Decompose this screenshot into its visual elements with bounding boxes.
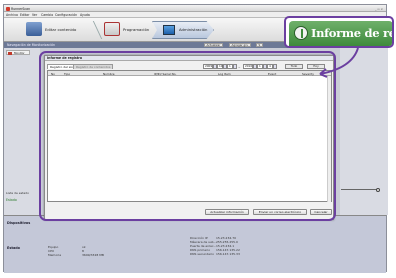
step-label: Programación [123, 27, 150, 32]
app-logo-icon [6, 6, 10, 11]
state-ok-label: Estado [6, 198, 17, 202]
menu-ayuda[interactable]: Ayuda [80, 13, 90, 17]
range-separator: ~ [238, 64, 241, 69]
send-email-button[interactable]: Enviar un correo electrónico [253, 209, 307, 215]
cancel-button[interactable]: Cancelar [310, 209, 332, 215]
monitor-icon [163, 25, 175, 35]
monitor-item[interactable]: Monitor [6, 50, 30, 55]
column-event[interactable]: Event [268, 72, 276, 76]
column-log-item[interactable]: Log Item [218, 72, 231, 76]
bottom-panel: Dispositivos Estado Equipo ok CPU 8 Memo… [4, 215, 386, 273]
devices-title: Dispositivos [7, 221, 31, 225]
dialog-title: Informe de registro [45, 56, 333, 61]
tab-content-log[interactable]: Registro de contenidos [73, 64, 114, 69]
tab-administracion[interactable]: Administración [152, 21, 214, 39]
log-report-dialog: Informe de registro Registro del sistema… [44, 55, 334, 220]
table-scrollbar[interactable] [327, 76, 331, 202]
edit-content-icon [26, 22, 42, 36]
menu-archivo[interactable]: Archivo [6, 13, 18, 17]
step-label: Editar contenido [45, 27, 77, 32]
from-year-spinner[interactable] [213, 64, 217, 69]
table-header: No Tipo Nombre IP/ID/ Serial No. Log Ite… [48, 71, 331, 76]
from-year-field[interactable]: 2009 [203, 64, 213, 69]
column-nombre[interactable]: Nombre [103, 72, 115, 76]
state-value: 3699/3328 MB [82, 253, 104, 257]
state-title: Estado [7, 246, 20, 250]
menu-editar[interactable]: Editar [20, 13, 29, 17]
menu-configuracion[interactable]: Configuración [55, 13, 77, 17]
net-value: 156.147.135.33 [216, 252, 240, 256]
slider-track [341, 189, 377, 190]
callout-label: Informe de registro [311, 26, 392, 40]
column-no[interactable]: No [51, 72, 55, 76]
column-tipo[interactable]: Tipo [64, 72, 70, 76]
extra-button[interactable]: S [256, 43, 263, 47]
monitor-item-label: Monitor [14, 51, 25, 55]
slider-knob[interactable] [376, 187, 380, 192]
zoom-slider[interactable] [341, 187, 381, 192]
app-title: RunnerScan [11, 6, 31, 11]
menu-ver[interactable]: Ver [32, 13, 37, 17]
to-year-field[interactable]: 2010 [243, 64, 253, 69]
from-day-spinner[interactable] [233, 64, 237, 69]
to-month-spinner[interactable] [263, 64, 267, 69]
left-panel: Monitor Lista de estado Estado [4, 48, 40, 215]
refresh-button[interactable]: Actualizar [204, 43, 223, 47]
calendar-icon [104, 22, 120, 36]
window-controls[interactable]: _ ▫ × [375, 7, 383, 11]
column-ip-serial[interactable]: IP/ID/ Serial No. [154, 72, 176, 76]
column-severity[interactable]: Severity [302, 72, 314, 76]
step-label: Administración [179, 27, 208, 32]
title-bar: RunnerScan _ ▫ × [4, 5, 386, 12]
add-group-button[interactable]: Agregar gru [229, 43, 251, 47]
navigation-title: Navegación de Monitorización [7, 43, 56, 48]
chevron-right-icon [83, 21, 103, 39]
net-key: DNS secundario [190, 252, 214, 256]
menu-cambio[interactable]: Cambio [41, 13, 53, 17]
all-button[interactable]: Todo [285, 64, 303, 69]
callout-header: Informe de registro [289, 21, 392, 46]
to-day-spinner[interactable] [273, 64, 277, 69]
today-button[interactable]: Hoy [307, 64, 325, 69]
state-list-label: Lista de estado [6, 191, 29, 195]
callout-box: Informe de registro [284, 16, 394, 48]
to-year-spinner[interactable] [253, 64, 257, 69]
info-circle-icon [294, 26, 308, 40]
from-month-spinner[interactable] [223, 64, 227, 69]
log-table: No Tipo Nombre IP/ID/ Serial No. Log Ite… [47, 70, 332, 202]
state-key: Memoria [48, 253, 62, 257]
flag-icon [8, 51, 12, 55]
refresh-info-button[interactable]: Actualizar información [205, 209, 249, 215]
